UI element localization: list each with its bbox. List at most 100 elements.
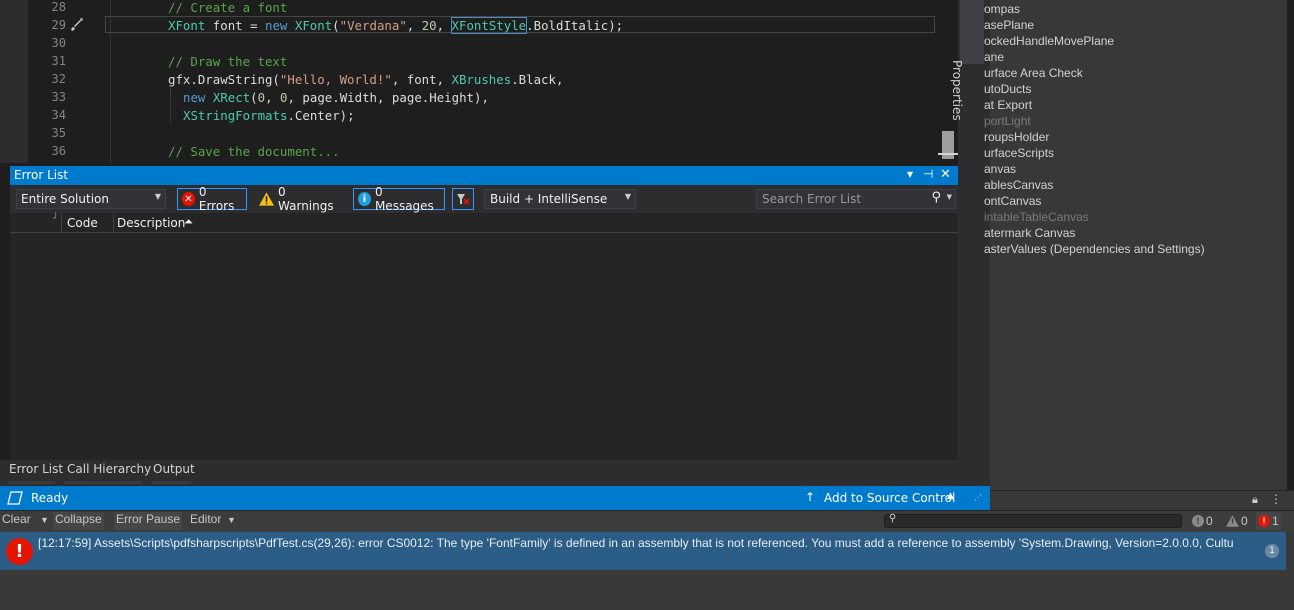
close-icon[interactable]: ✕ [940, 167, 951, 182]
code-token: .BoldItalic); [526, 18, 624, 33]
tab-call-hierarchy[interactable]: Call Hierarchy [67, 462, 151, 476]
warning-icon [1226, 515, 1239, 527]
search-icon[interactable]: ⚲ [931, 190, 941, 205]
code-token: XBrushes [451, 72, 512, 87]
code-token: XFont [168, 18, 206, 33]
hierarchy-item[interactable]: ane [984, 50, 1004, 64]
indent-guide [170, 88, 172, 124]
editor-dropdown-chevron-icon[interactable]: ▼ [225, 515, 238, 533]
chevron-up-icon[interactable]: ▲ [947, 491, 954, 501]
tab-underline [7, 481, 55, 484]
column-chooser-icon[interactable]: ┘ [53, 214, 58, 224]
entry-count-badge: 1 [1265, 544, 1279, 558]
collapse-toggle[interactable]: Collapse [53, 512, 104, 530]
hierarchy-item[interactable]: urface Area Check [984, 66, 1083, 80]
code-token: // Create a font [168, 0, 288, 15]
code-token: ( [332, 18, 340, 33]
console-message: [12:17:59] Assets\Scripts\pdfsharpscript… [38, 536, 1234, 550]
warning-count-toggle[interactable]: 0 [1224, 512, 1250, 530]
quick-actions-brush-icon[interactable] [68, 17, 84, 33]
column-header-code[interactable]: Code [67, 216, 98, 230]
hierarchy-item[interactable]: urfaceScripts [984, 146, 1054, 160]
editor-dropdown[interactable]: Editor [188, 512, 223, 530]
code-token: .Black, [511, 72, 564, 87]
hierarchy-item[interactable]: roupsHolder [984, 130, 1049, 144]
error-count-toggle[interactable]: ! 1 [1256, 512, 1281, 530]
console-search-input[interactable]: ⚲ [884, 513, 1182, 528]
column-header-description[interactable]: Description [117, 216, 185, 230]
messages-filter-label: 0 Messages [374, 185, 434, 213]
build-intellisense-select[interactable]: Build + IntelliSense ▼ [484, 189, 636, 209]
window-position-dropdown-icon[interactable]: ▾ [907, 167, 913, 181]
lock-icon[interactable]: 🔒︎ [1252, 493, 1258, 507]
code-editor[interactable]: 28 // Create a font 29 XFont font = new XFo… [0, 0, 958, 163]
hierarchy-item[interactable]: at Export [984, 98, 1032, 112]
hierarchy-item[interactable]: ontCanvas [984, 194, 1041, 208]
hierarchy-item[interactable]: anvas [984, 162, 1016, 176]
search-options-chevron-icon[interactable]: ▼ [947, 193, 952, 201]
code-line[interactable]: gfx.DrawString("Hello, World!", font, XB… [168, 72, 563, 87]
code-token: font = [205, 18, 265, 33]
scrollbar-caret-marker [938, 153, 958, 155]
line-number: 28 [51, 0, 66, 14]
line-number: 36 [51, 144, 66, 158]
tab-output[interactable]: Output [153, 462, 195, 476]
hierarchy-item[interactable]: utoDucts [984, 82, 1031, 96]
error-pause-toggle[interactable]: Error Pause [114, 512, 183, 530]
search-placeholder: Search Error List [762, 192, 862, 206]
code-token: // Save the document... [168, 144, 340, 159]
console-scrollbar[interactable] [1286, 532, 1294, 570]
hierarchy-item[interactable]: ompas [984, 2, 1020, 16]
code-line[interactable]: // Save the document... [168, 144, 340, 159]
code-line[interactable]: // Create a font [168, 0, 287, 15]
resize-grip-icon[interactable]: ⋰ [974, 493, 982, 502]
status-ready-text: Ready [31, 491, 69, 505]
properties-tab[interactable] [960, 0, 984, 64]
warnings-filter-button[interactable]: 0 Warnings [254, 185, 346, 213]
hierarchy-item[interactable]: ablesCanvas [984, 178, 1053, 192]
messages-filter-button[interactable]: i 0 Messages [353, 185, 445, 213]
clear-button[interactable]: Clear [0, 512, 33, 530]
log-count-toggle[interactable]: ! 0 [1190, 512, 1215, 530]
column-separator[interactable] [113, 214, 114, 232]
code-token: XFont [294, 18, 333, 33]
auto-hide-pin-icon[interactable]: ⊣ [923, 167, 933, 181]
column-separator[interactable] [61, 214, 62, 232]
chevron-down-icon: ▼ [154, 192, 161, 201]
add-to-source-control-button[interactable]: Add to Source Control [824, 491, 955, 505]
editor-margin [0, 0, 28, 163]
hierarchy-item[interactable]: ockedHandleMovePlane [984, 34, 1114, 48]
sort-ascending-icon: ⏶ [184, 215, 193, 228]
code-line[interactable]: XFont font = new XFont("Verdana", 20, XF… [168, 17, 624, 34]
search-error-list-input[interactable]: Search Error List ⚲ ▼ [756, 189, 956, 209]
error-count: 1 [1272, 514, 1279, 528]
error-icon: ! [6, 538, 33, 565]
hierarchy-item[interactable]: intableTableCanvas [984, 210, 1089, 224]
code-token: .Center); [287, 108, 355, 123]
hierarchy-item[interactable]: asePlane [984, 18, 1034, 32]
code-line[interactable]: // Draw the text [168, 54, 287, 69]
clear-options-chevron-icon[interactable]: ▼ [38, 515, 51, 533]
errors-filter-button[interactable]: ✕ 0 Errors [177, 185, 247, 213]
error-icon: ✕ [182, 192, 195, 206]
code-token: ( [250, 90, 258, 105]
clear-filter-button[interactable] [452, 188, 474, 210]
hierarchy-item[interactable]: portLight [984, 114, 1031, 128]
code-token: 0 [257, 90, 266, 105]
warning-count: 0 [1241, 514, 1248, 528]
tab-error-list[interactable]: Error List [9, 462, 63, 476]
hierarchy-item[interactable]: asterValues (Dependencies and Settings) [984, 242, 1205, 256]
code-token: gfx.DrawString( [168, 72, 280, 87]
error-list-title: Error List [14, 168, 69, 182]
code-line[interactable]: new XRect(0, 0, page.Width, page.Height)… [183, 90, 489, 105]
code-token: , font, [391, 72, 452, 87]
ready-status-icon [7, 491, 23, 505]
console-log-entry[interactable]: ! [12:17:59] Assets\Scripts\pdfsharpscri… [0, 532, 1286, 570]
info-icon: ! [1192, 515, 1204, 527]
more-options-icon[interactable]: ⋮ [1270, 492, 1282, 506]
scope-filter-select[interactable]: Entire Solution ▼ [16, 189, 166, 209]
warning-icon [259, 192, 275, 206]
hierarchy-item[interactable]: atermark Canvas [984, 226, 1075, 240]
code-line[interactable]: XStringFormats.Center); [183, 108, 355, 123]
